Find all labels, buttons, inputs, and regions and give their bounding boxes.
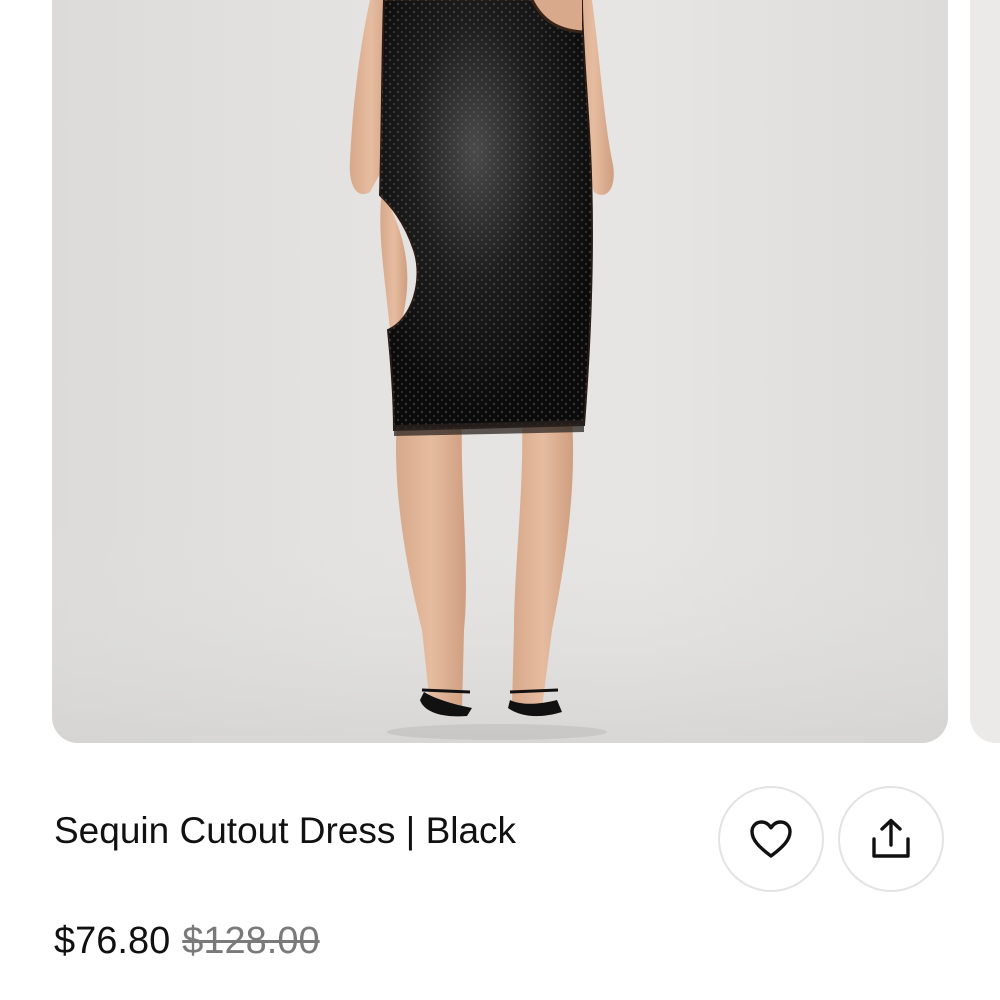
product-photo [52,0,948,743]
next-image-peek[interactable] [970,0,1000,743]
share-icon [869,817,913,861]
heart-icon [749,819,793,859]
product-image[interactable] [52,0,948,743]
product-title: Sequin Cutout Dress | Black [54,810,517,851]
price-row: $76.80 $128.00 [54,920,320,963]
image-gallery[interactable] [0,0,1000,745]
product-detail-page: Sequin Cutout Dress | Black $76.80 $128.0… [0,0,1000,1000]
current-price: $76.80 [54,920,171,962]
original-price: $128.00 [182,920,320,962]
favorite-button[interactable] [718,786,824,892]
share-button[interactable] [838,786,944,892]
